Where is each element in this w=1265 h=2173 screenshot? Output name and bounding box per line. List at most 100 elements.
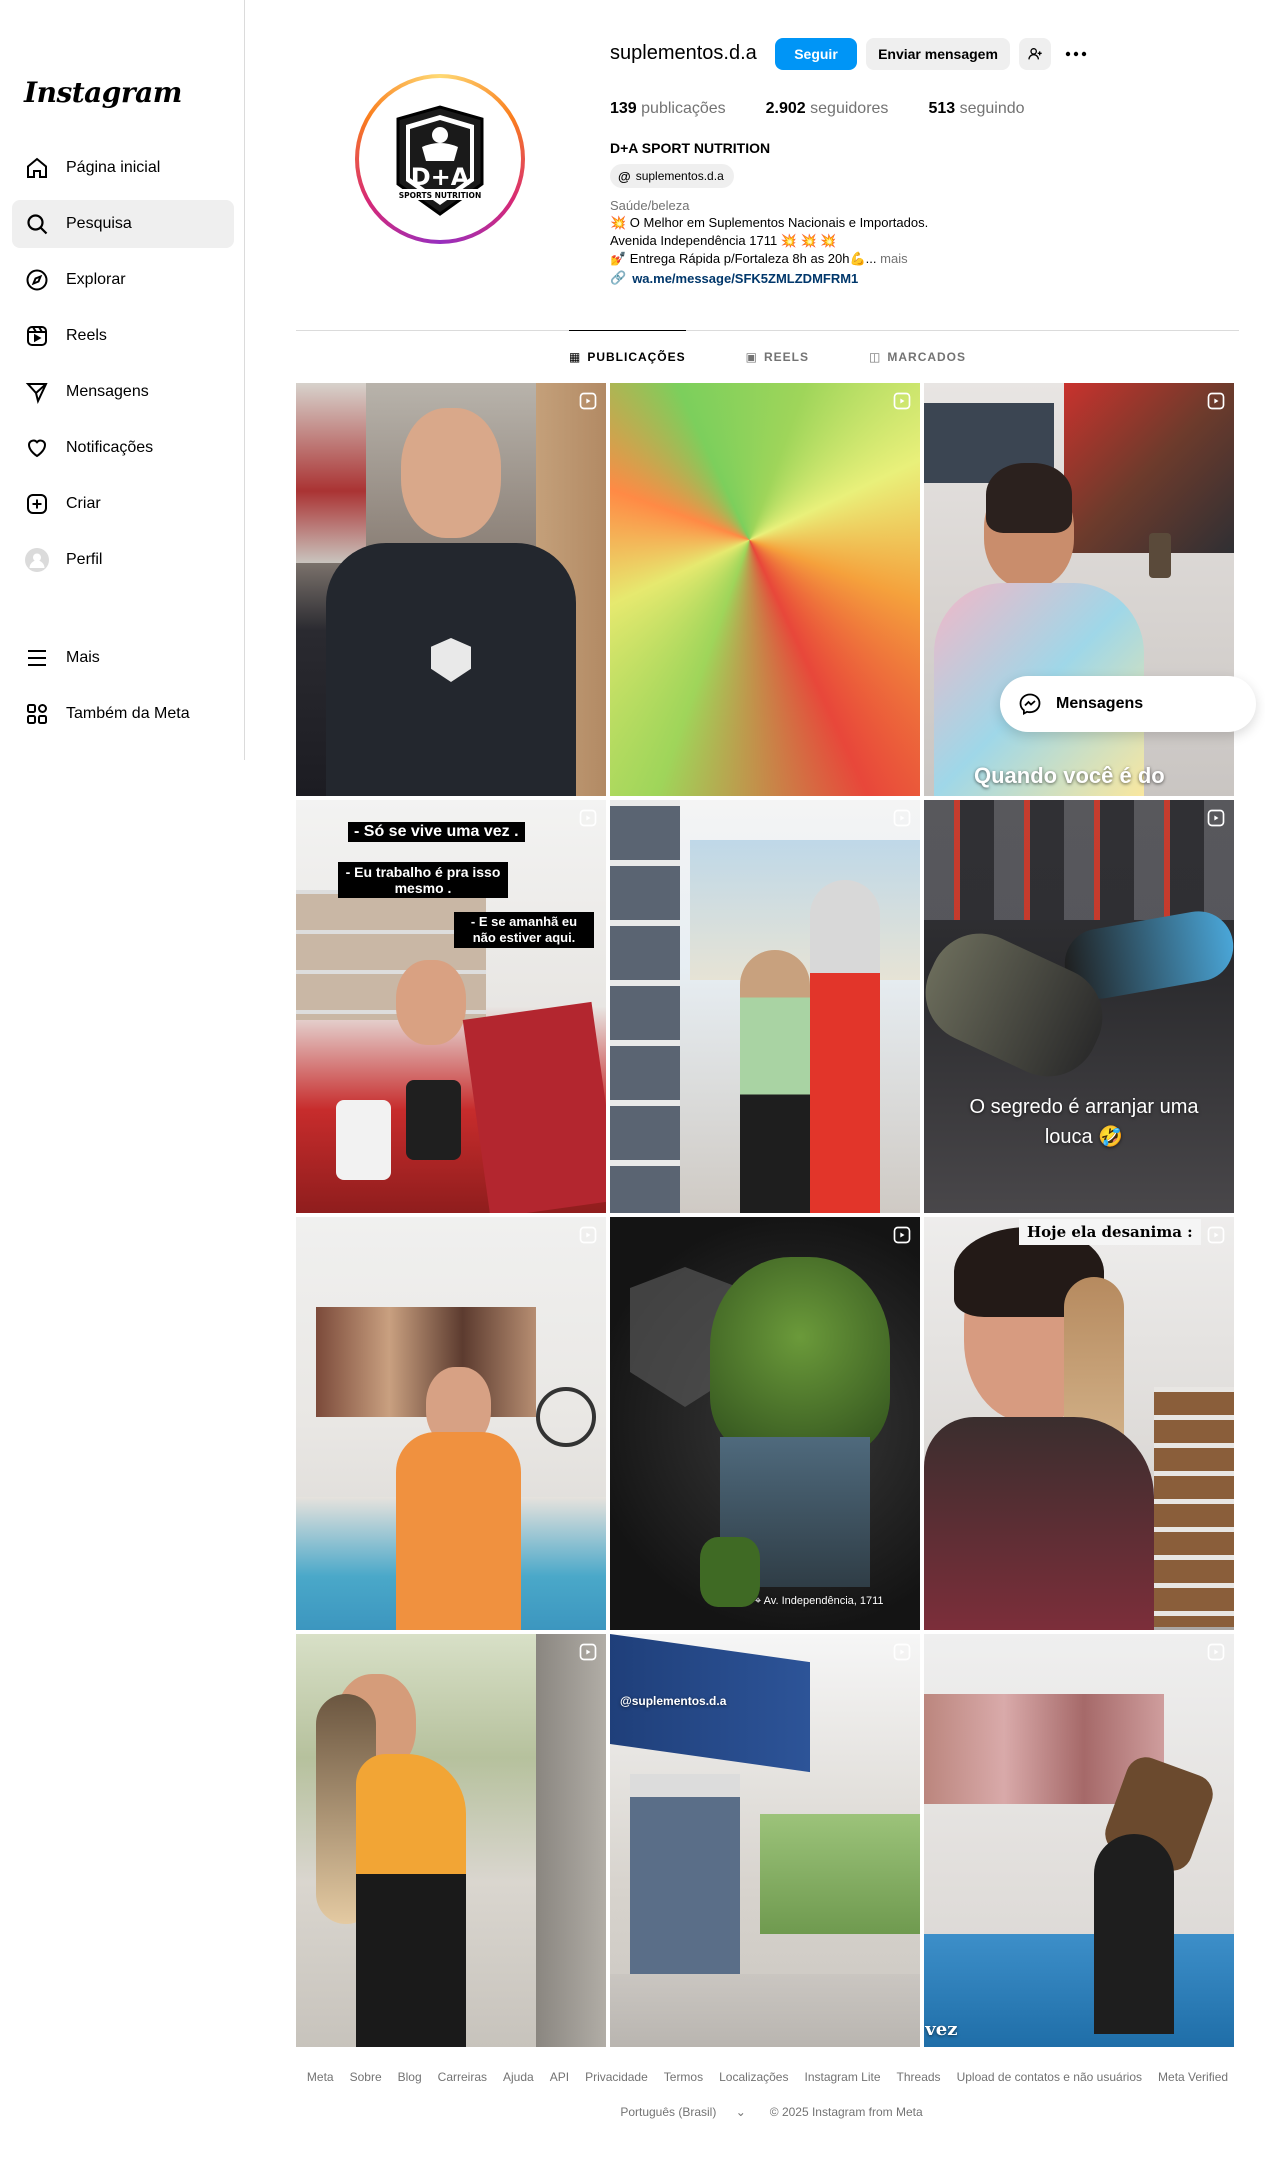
- sidebar: Instagram Página inicial Pesquisa Explor…: [0, 0, 245, 760]
- profile-avatar-ring[interactable]: D+A SPORTS NUTRITION: [355, 74, 525, 244]
- sidebar-item-label: Mais: [66, 649, 100, 666]
- footer-link[interactable]: API: [550, 2070, 569, 2084]
- tagged-icon: ◫: [869, 349, 882, 364]
- footer-link[interactable]: Threads: [897, 2070, 941, 2084]
- reels-tab-icon: ▣: [745, 349, 758, 364]
- profile-bio: 💥 O Melhor em Suplementos Nacionais e Im…: [610, 214, 928, 268]
- post-tile[interactable]: Quando você é do: [924, 383, 1234, 796]
- sidebar-nav: Página inicial Pesquisa Explorar Reels M…: [12, 144, 234, 592]
- followers-count[interactable]: 2.902 seguidores: [766, 100, 889, 118]
- home-icon: [24, 155, 50, 181]
- post-tile[interactable]: [296, 1217, 606, 1630]
- footer-link[interactable]: Meta: [307, 2070, 334, 2084]
- footer-link[interactable]: Sobre: [350, 2070, 382, 2084]
- post-tile[interactable]: [296, 1634, 606, 2047]
- post-tile[interactable]: ⌖ Av. Independência, 1711: [610, 1217, 920, 1630]
- messages-floating-button[interactable]: Mensagens: [1000, 676, 1256, 732]
- heart-icon: [24, 435, 50, 461]
- footer-link[interactable]: Localizações: [719, 2070, 788, 2084]
- sidebar-item-label: Também da Meta: [66, 705, 190, 722]
- sidebar-item-profile[interactable]: Perfil: [12, 536, 234, 584]
- post-caption-tag: - E se amanhã eu não estiver aqui.: [454, 912, 594, 948]
- plus-square-icon: [24, 491, 50, 517]
- reel-icon: [579, 809, 597, 827]
- send-message-button[interactable]: Enviar mensagem: [866, 38, 1010, 70]
- reel-icon: [1207, 392, 1225, 410]
- profile-avatar: [24, 547, 50, 573]
- grid-icon: ▦: [568, 349, 582, 364]
- tab-tagged[interactable]: ◫ MARCADOS: [869, 330, 966, 382]
- post-caption-tag: - Eu trabalho é pra isso mesmo .: [338, 862, 508, 898]
- logo-text: D+A: [411, 163, 470, 191]
- bio-line: Avenida Independência 1711 💥 💥 💥: [610, 233, 837, 248]
- instagram-logo[interactable]: Instagram: [24, 76, 182, 109]
- threads-badge[interactable]: @ suplementos.d.a: [610, 164, 734, 188]
- sidebar-item-label: Mensagens: [66, 383, 149, 400]
- post-tile[interactable]: - Só se vive uma vez . - Eu trabalho é p…: [296, 800, 606, 1213]
- post-caption: O segredo é arranjar uma louca 🤣: [969, 1096, 1199, 1148]
- posts-count: 139 publicações: [610, 100, 726, 117]
- sidebar-item-meta[interactable]: Também da Meta: [12, 690, 234, 738]
- bio-line: 💅 Entrega Rápida p/Fortaleza 8h as 20h💪.…: [610, 251, 908, 266]
- reel-icon: [893, 1226, 911, 1244]
- reel-icon: [579, 392, 597, 410]
- post-location: ⌖ Av. Independência, 1711: [755, 1595, 884, 1607]
- footer-link[interactable]: Carreiras: [438, 2070, 487, 2084]
- sidebar-item-search[interactable]: Pesquisa: [12, 200, 234, 248]
- post-caption: Indo pela milésima vez: [924, 2019, 958, 2040]
- bio-external-link[interactable]: 🔗 wa.me/message/SFK5ZMLZDMFRM1: [610, 270, 858, 286]
- sidebar-item-label: Página inicial: [66, 159, 161, 176]
- footer-bottom: Português (Brasil) ⌄ © 2025 Instagram fr…: [296, 2105, 1239, 2119]
- suggest-similar-button[interactable]: [1019, 38, 1051, 70]
- profile-category: Saúde/beleza: [610, 198, 690, 213]
- footer-link[interactable]: Ajuda: [503, 2070, 534, 2084]
- menu-icon: [24, 645, 50, 671]
- reel-icon: [893, 392, 911, 410]
- footer-link[interactable]: Privacidade: [585, 2070, 648, 2084]
- messenger-icon: [1019, 693, 1041, 716]
- sidebar-item-messages[interactable]: Mensagens: [12, 368, 234, 416]
- sidebar-item-label: Perfil: [66, 551, 103, 568]
- meta-apps-icon: [24, 701, 50, 727]
- compass-icon: [24, 267, 50, 293]
- post-tile[interactable]: Hoje ela desanima :: [924, 1217, 1234, 1630]
- sidebar-item-create[interactable]: Criar: [12, 480, 234, 528]
- post-tile[interactable]: [610, 800, 920, 1213]
- tab-posts[interactable]: ▦ PUBLICAÇÕES: [568, 330, 686, 382]
- footer-link[interactable]: Meta Verified: [1158, 2070, 1228, 2084]
- post-caption-tag: - Só se vive uma vez .: [348, 822, 525, 842]
- language-selector[interactable]: Português (Brasil) ⌄: [612, 2105, 753, 2119]
- sidebar-item-more[interactable]: Mais: [12, 634, 234, 682]
- footer-link[interactable]: Blog: [398, 2070, 422, 2084]
- sidebar-item-explore[interactable]: Explorar: [12, 256, 234, 304]
- sidebar-item-home[interactable]: Página inicial: [12, 144, 234, 192]
- messenger-icon: [24, 379, 50, 405]
- sidebar-item-reels[interactable]: Reels: [12, 312, 234, 360]
- sidebar-item-notifications[interactable]: Notificações: [12, 424, 234, 472]
- profile-stats: 139 publicações 2.902 seguidores 513 seg…: [610, 100, 1065, 118]
- post-caption: @suplementos.d.a: [620, 1694, 727, 1708]
- post-tile[interactable]: @suplementos.d.a: [610, 1634, 920, 2047]
- logo-subtext: SPORTS NUTRITION: [399, 191, 481, 200]
- post-tile[interactable]: O segredo é arranjar uma louca 🤣: [924, 800, 1234, 1213]
- following-count[interactable]: 513 seguindo: [928, 100, 1024, 118]
- profile-full-name: D+A SPORT NUTRITION: [610, 140, 771, 156]
- tab-reels[interactable]: ▣ REELS: [746, 330, 809, 382]
- post-caption: Quando você é do: [974, 763, 1165, 788]
- footer-link[interactable]: Instagram Lite: [804, 2070, 880, 2084]
- options-button[interactable]: [1060, 38, 1092, 70]
- footer-link[interactable]: Upload de contatos e não usuários: [957, 2070, 1142, 2084]
- reel-icon: [579, 1226, 597, 1244]
- location-pin-icon: ⌖: [755, 1595, 762, 1607]
- chevron-down-icon: ⌄: [735, 2105, 746, 2119]
- profile-username: suplementos.d.a: [610, 42, 757, 64]
- post-caption-tag: Hoje ela desanima :: [1019, 1219, 1201, 1245]
- reel-icon: [1207, 1643, 1225, 1661]
- bio-more-link[interactable]: mais: [880, 251, 907, 266]
- post-tile[interactable]: [610, 383, 920, 796]
- post-tile[interactable]: [296, 383, 606, 796]
- footer-link[interactable]: Termos: [664, 2070, 703, 2084]
- post-tile[interactable]: Indo pela milésima vez: [924, 1634, 1234, 2047]
- sidebar-item-label: Pesquisa: [66, 215, 132, 232]
- follow-button[interactable]: Seguir: [775, 38, 857, 70]
